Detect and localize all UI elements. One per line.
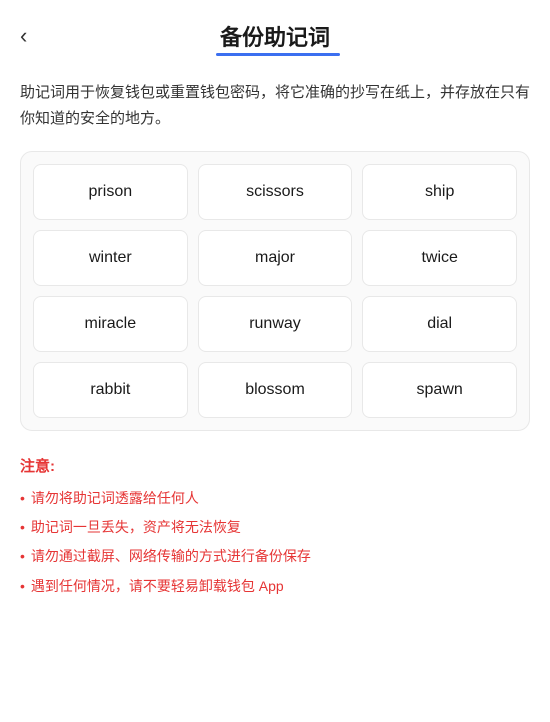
- word-cell-5: twice: [362, 230, 517, 286]
- page-title: 备份助记词: [220, 25, 330, 50]
- notice-title: 注意:: [20, 455, 530, 476]
- notice-list: 请勿将助记词透露给任何人助记词一旦丢失，资产将无法恢复请勿通过截屏、网络传输的方…: [20, 486, 530, 599]
- word-cell-1: scissors: [198, 164, 353, 220]
- word-cell-2: ship: [362, 164, 517, 220]
- back-button[interactable]: ‹: [20, 25, 27, 47]
- notice-section: 注意: 请勿将助记词透露给任何人助记词一旦丢失，资产将无法恢复请勿通过截屏、网络…: [0, 431, 550, 623]
- description-text: 助记词用于恢复钱包或重置钱包密码，将它准确的抄写在纸上，并存放在只有你知道的安全…: [0, 64, 550, 151]
- notice-item-0: 请勿将助记词透露给任何人: [20, 486, 530, 511]
- mnemonic-grid-container: prisonscissorsship wintermajortwice miracl…: [20, 151, 530, 431]
- word-cell-10: blossom: [198, 362, 353, 418]
- word-cell-3: winter: [33, 230, 188, 286]
- mnemonic-grid: prisonscissorsship wintermajortwice miracl…: [33, 164, 517, 418]
- word-cell-4: major: [198, 230, 353, 286]
- header: ‹ 备份助记词: [0, 0, 550, 64]
- word-cell-11: spawn: [362, 362, 517, 418]
- notice-item-2: 请勿通过截屏、网络传输的方式进行备份保存: [20, 544, 530, 569]
- title-wrapper: 备份助记词: [220, 20, 330, 52]
- word-cell-6: miracle: [33, 296, 188, 352]
- word-cell-7: runway: [198, 296, 353, 352]
- word-cell-0: prison: [33, 164, 188, 220]
- title-underline-decoration: [216, 53, 340, 56]
- word-cell-8: dial: [362, 296, 517, 352]
- word-cell-9: rabbit: [33, 362, 188, 418]
- notice-item-1: 助记词一旦丢失，资产将无法恢复: [20, 515, 530, 540]
- notice-item-3: 遇到任何情况，请不要轻易卸载钱包 App: [20, 574, 530, 599]
